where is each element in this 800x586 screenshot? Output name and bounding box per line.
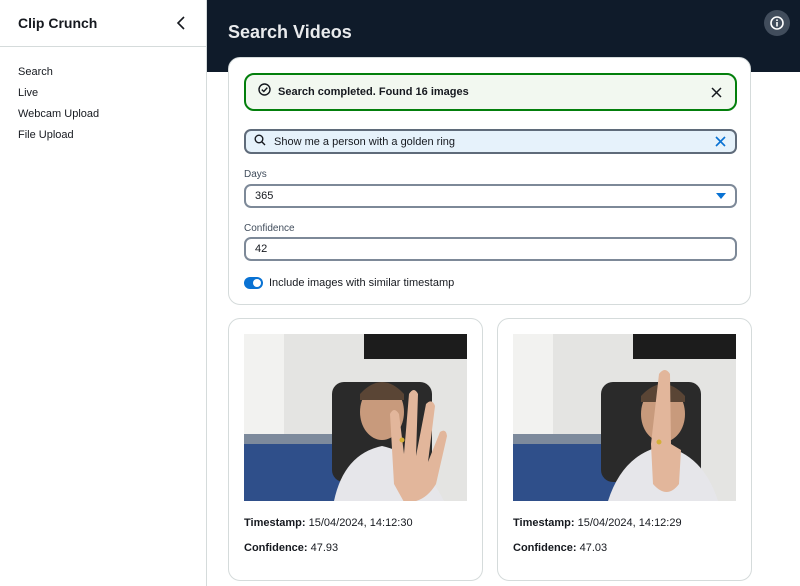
sidebar-item-webcam-upload[interactable]: Webcam Upload [0,104,206,125]
result-card: Timestamp: 15/04/2024, 14:12:30 Confiden… [228,318,483,581]
sidebar-item-live[interactable]: Live [0,83,206,104]
confidence-label: Confidence [244,223,295,234]
search-form-container: Search completed. Found 16 images Days 3… [228,57,751,305]
sidebar: Clip Crunch Search Live Webcam Upload Fi… [0,0,207,586]
sidebar-item-file-upload[interactable]: File Upload [0,125,206,146]
search-input[interactable] [274,135,713,148]
result-timestamp: Timestamp: 15/04/2024, 14:12:30 [244,517,413,529]
confidence-input[interactable] [255,243,726,255]
similar-timestamp-toggle-row: Include images with similar timestamp [244,277,454,289]
info-icon[interactable] [764,10,790,36]
app-root: Clip Crunch Search Live Webcam Upload Fi… [0,0,800,586]
sidebar-nav: Search Live Webcam Upload File Upload [0,47,206,146]
result-card: Timestamp: 15/04/2024, 14:12:29 Confiden… [497,318,752,581]
result-timestamp: Timestamp: 15/04/2024, 14:12:29 [513,517,682,529]
sidebar-item-search[interactable]: Search [0,62,206,83]
close-icon[interactable] [709,85,723,99]
result-confidence: Confidence: 47.03 [513,542,608,554]
success-flashbar: Search completed. Found 16 images [244,73,737,111]
check-circle-icon [258,83,271,101]
days-value: 365 [255,190,274,202]
caret-down-icon [716,193,726,199]
clear-search-icon[interactable] [713,135,727,149]
days-select[interactable]: 365 [244,184,737,208]
similar-timestamp-toggle[interactable] [244,277,263,289]
sidebar-header: Clip Crunch [0,0,206,47]
flash-message: Search completed. Found 16 images [278,86,469,98]
chevron-left-icon[interactable] [174,16,188,30]
search-field [244,129,737,154]
result-thumbnail [244,334,467,501]
toggle-label: Include images with similar timestamp [269,277,455,289]
search-icon [254,133,266,151]
result-confidence: Confidence: 47.93 [244,542,339,554]
days-label: Days [244,169,267,180]
app-title: Clip Crunch [18,15,98,31]
confidence-field [244,237,737,261]
page-title: Search Videos [228,22,352,42]
result-thumbnail [513,334,736,501]
